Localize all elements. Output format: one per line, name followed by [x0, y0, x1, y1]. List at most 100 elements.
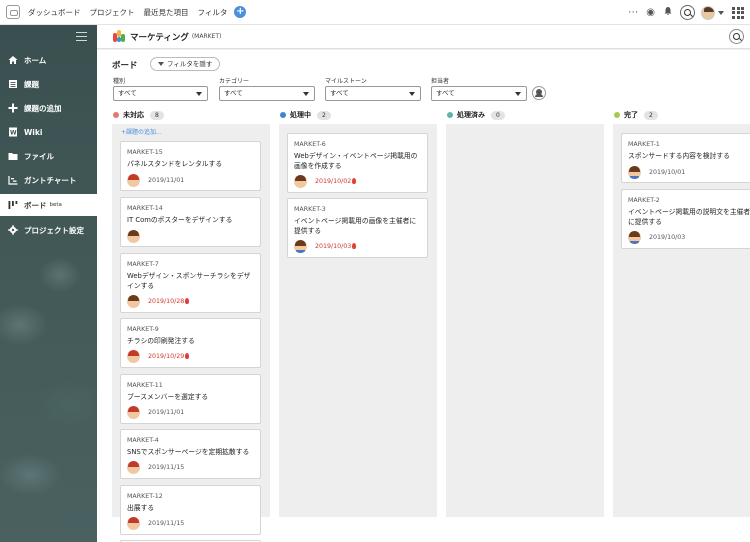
nav-projects[interactable]: プロジェクト — [90, 7, 135, 18]
issue-title: イベントページ掲載用の説明文を主催者に提供する — [628, 208, 750, 226]
due-date: 2019/10/01 — [649, 169, 686, 176]
apps-grid-icon[interactable] — [732, 6, 744, 19]
issue-card[interactable]: MARKET-4 SNSでスポンサーページを定期拡散する 2019/11/15 — [120, 429, 261, 479]
hide-filter-button[interactable]: フィルタを隠す — [150, 57, 221, 71]
issue-key[interactable]: MARKET-2 — [628, 197, 660, 204]
issue-card[interactable]: MARKET-2 イベントページ掲載用の説明文を主催者に提供する 2019/10… — [621, 189, 750, 249]
issue-title: チラシの印刷発注する — [127, 337, 195, 345]
sidebar-item-home[interactable]: ホーム — [0, 49, 97, 71]
nav-recent[interactable]: 最近見た項目 — [144, 7, 189, 18]
filter-label-assignee: 担当者 — [431, 78, 450, 85]
wiki-icon: W — [8, 127, 18, 137]
sidebar-item-board[interactable]: ボード beta — [0, 194, 97, 216]
sidebar-item-files[interactable]: ファイル — [0, 145, 97, 167]
app-logo-icon[interactable] — [6, 5, 20, 19]
project-logo-icon — [113, 30, 125, 43]
due-date: 2019/11/01 — [148, 409, 185, 416]
assignee-avatar — [628, 166, 641, 179]
more-icon[interactable]: ⋯ — [628, 7, 638, 18]
overdue-flame-icon — [185, 298, 190, 304]
issue-card[interactable]: MARKET-11 ブースメンバーを選定する 2019/11/01 — [120, 374, 261, 424]
filter-label-type: 種別 — [113, 78, 126, 85]
assignee-avatar — [628, 231, 641, 244]
chevron-down-icon — [196, 92, 202, 96]
issue-title: IT Comのポスターをデザインする — [127, 216, 233, 224]
overdue-flame-icon — [352, 243, 357, 249]
issue-key[interactable]: MARKET-4 — [127, 437, 159, 444]
filter-select-assignee[interactable]: すべて — [431, 86, 527, 101]
chevron-down-icon — [515, 92, 521, 96]
issue-card[interactable]: MARKET-14 IT Comのポスターをデザインする — [120, 197, 261, 247]
assignee-avatar — [127, 295, 140, 308]
issue-title: パネルスタンドをレンタルする — [127, 160, 223, 168]
issue-card[interactable]: MARKET-7 Webデザイン・スポンサーチラシをデザインする 2019/10… — [120, 253, 261, 313]
issue-card[interactable]: MARKET-15 パネルスタンドをレンタルする 2019/11/01 — [120, 141, 261, 191]
svg-text:W: W — [10, 130, 17, 137]
issue-key[interactable]: MARKET-11 — [127, 382, 163, 389]
project-header: マーケティング (MARKET) — [97, 25, 750, 49]
column-count-badge: 2 — [317, 110, 331, 120]
issue-title: Webデザイン・スポンサーチラシをデザインする — [127, 272, 251, 290]
issue-key[interactable]: MARKET-9 — [127, 326, 159, 333]
assignee-avatar — [294, 175, 307, 188]
gantt-icon — [8, 175, 18, 185]
issue-card[interactable]: MARKET-6 Webデザイン・イベントページ掲載用の画像を作成する 2019… — [287, 133, 428, 193]
notification-bell-icon[interactable] — [663, 6, 673, 19]
sidebar-item-project-settings[interactable]: プロジェクト設定 — [0, 219, 97, 241]
column-header-in-progress: 処理中 2 — [280, 109, 331, 121]
global-search-icon[interactable] — [680, 5, 695, 20]
board-icon — [8, 200, 18, 210]
project-title[interactable]: マーケティング — [130, 31, 189, 43]
issue-card[interactable]: MARKET-1 スポンサードする内容を検討する 2019/10/01 — [621, 133, 750, 183]
issue-key[interactable]: MARKET-1 — [628, 141, 660, 148]
assignee-avatar — [127, 461, 140, 474]
assignee-avatar — [127, 517, 140, 530]
column-header-resolved: 処理済み 0 — [447, 109, 505, 121]
gear-icon — [8, 225, 18, 235]
sidebar-toggle-menu-icon[interactable] — [76, 32, 87, 44]
sidebar-item-add-issue[interactable]: 課題の追加 — [0, 97, 97, 119]
global-header: ダッシュボード プロジェクト 最近見た項目 フィルタ + ⋯ ◉ — [0, 0, 750, 25]
filter-label-milestone: マイルストーン — [325, 78, 367, 85]
user-menu-chevron-down-icon[interactable] — [718, 10, 724, 15]
issue-key[interactable]: MARKET-12 — [127, 493, 163, 500]
folder-icon — [8, 151, 18, 161]
issue-key[interactable]: MARKET-14 — [127, 205, 163, 212]
filter-label-category: カテゴリー — [219, 78, 250, 85]
beta-badge: beta — [49, 202, 62, 208]
issue-card[interactable]: MARKET-3 イベントページ掲載用の画像を主催者に提供する 2019/10/… — [287, 198, 428, 258]
issue-card[interactable]: MARKET-12 出展する 2019/11/15 — [120, 485, 261, 535]
assignee-avatar — [294, 240, 307, 253]
add-issue-link[interactable]: +課題の追加... — [121, 127, 162, 136]
sidebar-item-issues[interactable]: 課題 — [0, 73, 97, 95]
filter-select-milestone[interactable]: すべて — [325, 86, 421, 101]
issue-key[interactable]: MARKET-7 — [127, 261, 159, 268]
due-date: 2019/11/01 — [148, 177, 185, 184]
due-date: 2019/11/15 — [148, 520, 185, 527]
sidebar-item-gantt[interactable]: ガントチャート — [0, 169, 97, 191]
filter-select-category[interactable]: すべて — [219, 86, 315, 101]
sidebar-item-wiki[interactable]: W Wiki — [0, 121, 97, 143]
issue-key[interactable]: MARKET-3 — [294, 206, 326, 213]
sidebar: ホーム 課題 課題の追加 W Wiki ファイル ガントチャート ボード bet… — [0, 25, 97, 542]
project-key: (MARKET) — [191, 33, 222, 40]
issue-title: イベントページ掲載用の画像を主催者に提供する — [294, 217, 417, 235]
board-column-resolved[interactable] — [446, 124, 604, 517]
nav-dashboard[interactable]: ダッシュボード — [28, 7, 81, 18]
filter-select-type[interactable]: すべて — [113, 86, 208, 101]
due-date-overdue: 2019/10/03 — [315, 243, 357, 250]
assign-to-me-user-icon[interactable] — [532, 86, 546, 100]
project-search-icon[interactable] — [729, 29, 744, 44]
issue-card[interactable]: MARKET-9 チラシの印刷発注する 2019/10/29 — [120, 318, 261, 368]
watch-eye-icon[interactable]: ◉ — [646, 7, 655, 18]
global-add-button[interactable]: + — [234, 6, 247, 18]
issue-key[interactable]: MARKET-6 — [294, 141, 326, 148]
status-dot-icon — [113, 112, 119, 118]
nav-filter[interactable]: フィルタ — [198, 7, 228, 18]
status-dot-icon — [614, 112, 620, 118]
issue-key[interactable]: MARKET-15 — [127, 149, 163, 156]
user-avatar[interactable] — [701, 5, 715, 20]
chevron-down-icon — [303, 92, 309, 96]
page-title: ボード — [112, 61, 138, 71]
assignee-avatar — [127, 174, 140, 187]
